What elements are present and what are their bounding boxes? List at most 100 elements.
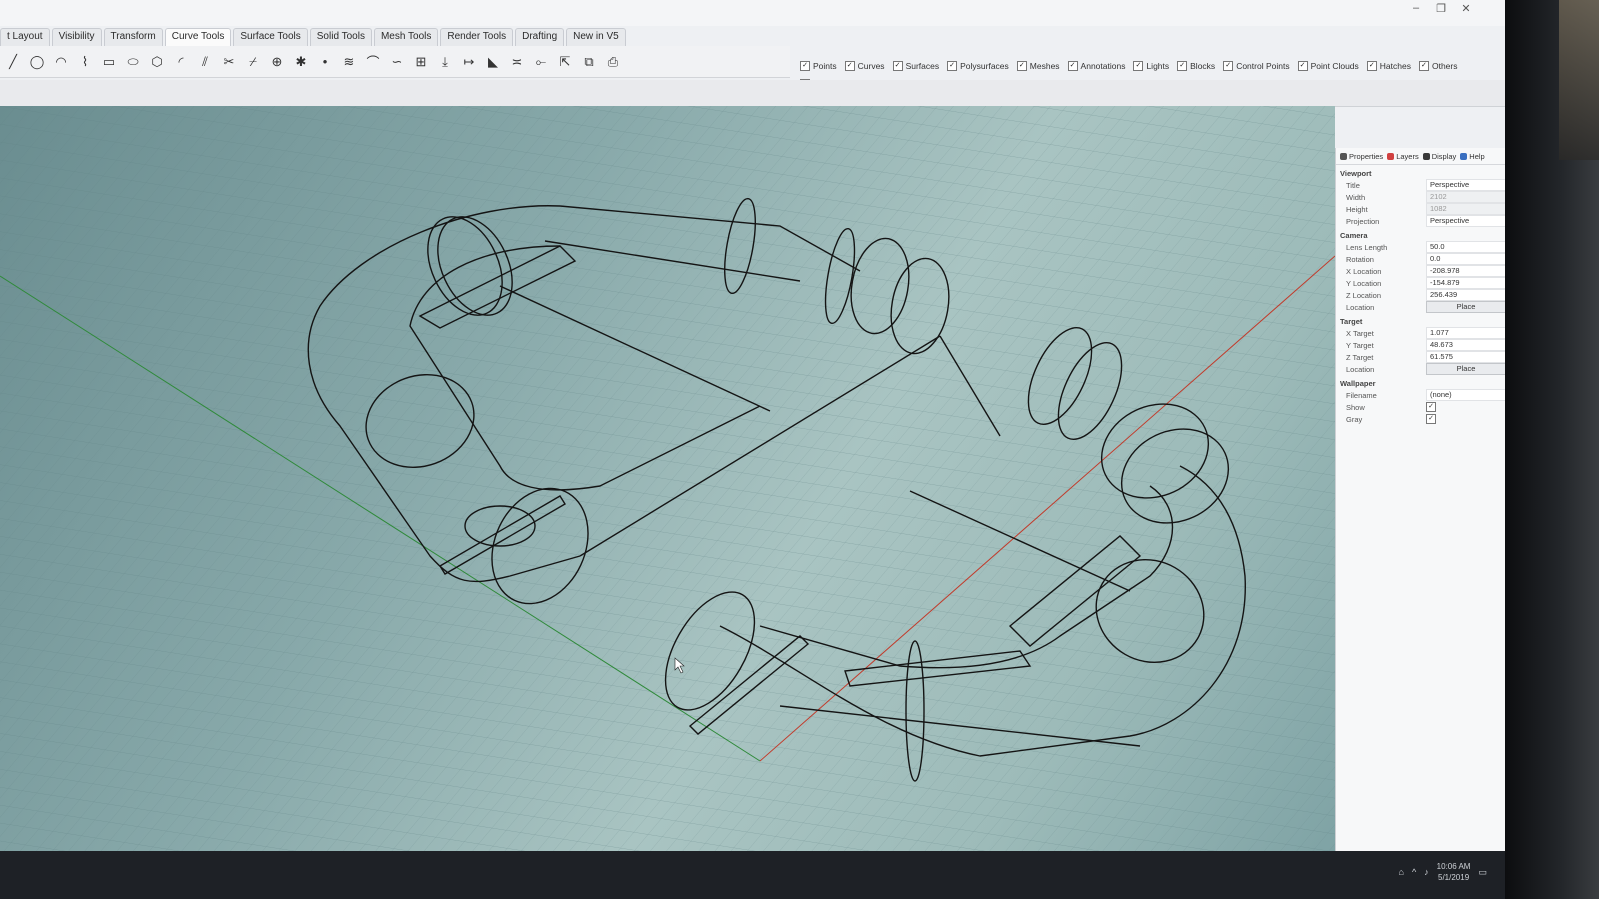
- checkbox[interactable]: ✓: [1016, 61, 1027, 71]
- circle-icon[interactable]: ◯: [28, 53, 46, 71]
- panel-tab-display[interactable]: Display: [1422, 152, 1456, 161]
- property-value[interactable]: 1.077: [1426, 327, 1505, 339]
- arc-icon[interactable]: ◠: [52, 53, 70, 71]
- volume-icon[interactable]: ♪: [1424, 867, 1429, 877]
- match-icon[interactable]: ≍: [508, 53, 526, 71]
- panel-tab-label: Layers: [1396, 152, 1419, 161]
- tab-transform[interactable]: Transform: [103, 28, 163, 46]
- restore-icon[interactable]: ❐: [1430, 2, 1452, 15]
- curve-boolean-icon[interactable]: ⊞: [412, 53, 430, 71]
- filter-polysurfaces[interactable]: ✓ Polysurfaces: [947, 61, 1009, 71]
- checkbox[interactable]: ✓: [947, 61, 958, 71]
- tab-mesh-tools[interactable]: Mesh Tools: [373, 28, 439, 46]
- rebuild-icon[interactable]: ≋: [340, 53, 358, 71]
- filter-surfaces[interactable]: ✓ Surfaces: [892, 61, 939, 71]
- wallpaper-gray-row: Gray ✓: [1336, 413, 1505, 425]
- fillet-icon[interactable]: ◜: [172, 53, 190, 71]
- filter-lights[interactable]: ✓ Lights: [1133, 61, 1169, 71]
- wallpaper-show-checkbox[interactable]: ✓: [1426, 402, 1436, 412]
- offset-icon[interactable]: ⫽: [196, 53, 214, 71]
- property-row: Width 2102: [1336, 191, 1505, 203]
- property-value[interactable]: 50.0: [1426, 241, 1505, 253]
- checkbox[interactable]: ✓: [1223, 61, 1234, 71]
- toolbar: ╱ ◯ ◠ ⌇ ▭ ⬭ ⬡ ◜ ⫽ ✂ ⌿ ⊕ ✱ • ≋ ⌒ ∽ ⊞ ⤓ ↦ ◣ ≍ ⟜ ⇱ ⧉ ⎙: [0, 46, 790, 78]
- connect-icon[interactable]: ⟜: [532, 53, 550, 71]
- property-value[interactable]: -208.978: [1426, 265, 1505, 277]
- tab-surface-tools[interactable]: Surface Tools: [233, 28, 308, 46]
- perspective-viewport[interactable]: [0, 106, 1335, 851]
- checkbox[interactable]: ✓: [844, 61, 855, 71]
- filter-curves[interactable]: ✓ Curves: [844, 61, 885, 71]
- property-value[interactable]: 48.673: [1426, 339, 1505, 351]
- project-icon[interactable]: ⤓: [436, 53, 454, 71]
- wallpaper-filename-field[interactable]: (none): [1426, 389, 1505, 401]
- point-icon[interactable]: •: [316, 53, 334, 71]
- wallpaper-filename-row: Filename (none): [1336, 389, 1505, 401]
- notifications-icon[interactable]: ▭: [1478, 867, 1487, 878]
- filter-hatches[interactable]: ✓ Hatches: [1366, 61, 1411, 71]
- taskbar: ⌂ ^ ♪ 10:06 AM 5/1/2019 ▭: [0, 851, 1505, 899]
- property-value[interactable]: -154.879: [1426, 277, 1505, 289]
- filter-points[interactable]: ✓ Points: [800, 61, 837, 71]
- viewport-canvas[interactable]: [0, 106, 1335, 851]
- wallpaper-gray-checkbox[interactable]: ✓: [1426, 414, 1436, 424]
- extend-icon[interactable]: ↦: [460, 53, 478, 71]
- property-value[interactable]: Perspective: [1426, 179, 1505, 191]
- network-icon[interactable]: ⌂: [1399, 867, 1404, 877]
- extract-icon[interactable]: ⇱: [556, 53, 574, 71]
- copy-icon[interactable]: ⧉: [580, 53, 598, 71]
- blend-icon[interactable]: ∽: [388, 53, 406, 71]
- minimize-icon[interactable]: –: [1405, 2, 1427, 14]
- tab-visibility[interactable]: Visibility: [51, 28, 102, 46]
- polyline-icon[interactable]: ⌇: [76, 53, 94, 71]
- checkbox[interactable]: ✓: [800, 61, 810, 71]
- checkbox[interactable]: ✓: [1418, 61, 1429, 71]
- tab-solid-tools[interactable]: Solid Tools: [309, 28, 372, 46]
- filter-control-points[interactable]: ✓ Control Points: [1223, 61, 1290, 71]
- close-icon[interactable]: ✕: [1455, 2, 1477, 15]
- trim-icon[interactable]: ✂: [220, 53, 238, 71]
- split-icon[interactable]: ⌿: [244, 53, 262, 71]
- chevron-up-icon[interactable]: ^: [1412, 867, 1416, 877]
- clock[interactable]: 10:06 AM 5/1/2019: [1437, 861, 1471, 883]
- tab-t-layout[interactable]: t Layout: [0, 28, 50, 46]
- tab-curve-tools[interactable]: Curve Tools: [164, 28, 232, 46]
- command-strip: [0, 80, 1505, 107]
- line-icon[interactable]: ╱: [4, 53, 22, 71]
- rectangle-icon[interactable]: ▭: [100, 53, 118, 71]
- property-value[interactable]: 61.575: [1426, 351, 1505, 363]
- property-value[interactable]: 256.439: [1426, 289, 1505, 301]
- print-icon[interactable]: ⎙: [604, 53, 622, 71]
- checkbox[interactable]: ✓: [1297, 61, 1308, 71]
- filter-annotations[interactable]: ✓ Annotations: [1067, 61, 1125, 71]
- explode-icon[interactable]: ✱: [292, 53, 310, 71]
- property-value[interactable]: 0.0: [1426, 253, 1505, 265]
- checkbox[interactable]: ✓: [1067, 61, 1078, 71]
- polygon-icon[interactable]: ⬡: [148, 53, 166, 71]
- chamfer-icon[interactable]: ◣: [484, 53, 502, 71]
- tab-new-in-v5[interactable]: New in V5: [566, 28, 626, 46]
- panel-tab-help[interactable]: Help: [1460, 152, 1485, 161]
- checkbox[interactable]: ✓: [892, 61, 903, 71]
- property-label: X Target: [1346, 328, 1374, 338]
- tab-drafting[interactable]: Drafting: [515, 28, 565, 46]
- checkbox[interactable]: ✓: [1366, 61, 1377, 71]
- target-place-button[interactable]: Place: [1426, 363, 1505, 375]
- filter-meshes[interactable]: ✓ Meshes: [1016, 61, 1060, 71]
- panel-tab-layers[interactable]: Layers: [1387, 152, 1419, 161]
- ellipse-icon[interactable]: ⬭: [124, 53, 142, 71]
- property-label: Y Target: [1346, 340, 1374, 350]
- tab-render-tools[interactable]: Render Tools: [440, 28, 514, 46]
- panel-tab-properties[interactable]: Properties: [1340, 152, 1383, 161]
- property-value[interactable]: Perspective: [1426, 215, 1505, 227]
- fit-icon[interactable]: ⌒: [364, 53, 382, 71]
- checkbox[interactable]: ✓: [1177, 61, 1188, 71]
- clock-date: 5/1/2019: [1438, 873, 1470, 882]
- filter-blocks[interactable]: ✓ Blocks: [1177, 61, 1215, 71]
- wallpaper-show-label: Show: [1346, 402, 1365, 412]
- camera-place-button[interactable]: Place: [1426, 301, 1505, 313]
- checkbox[interactable]: ✓: [1133, 61, 1144, 71]
- filter-others[interactable]: ✓ Others: [1418, 61, 1457, 71]
- filter-point-clouds[interactable]: ✓ Point Clouds: [1297, 61, 1359, 71]
- join-icon[interactable]: ⊕: [268, 53, 286, 71]
